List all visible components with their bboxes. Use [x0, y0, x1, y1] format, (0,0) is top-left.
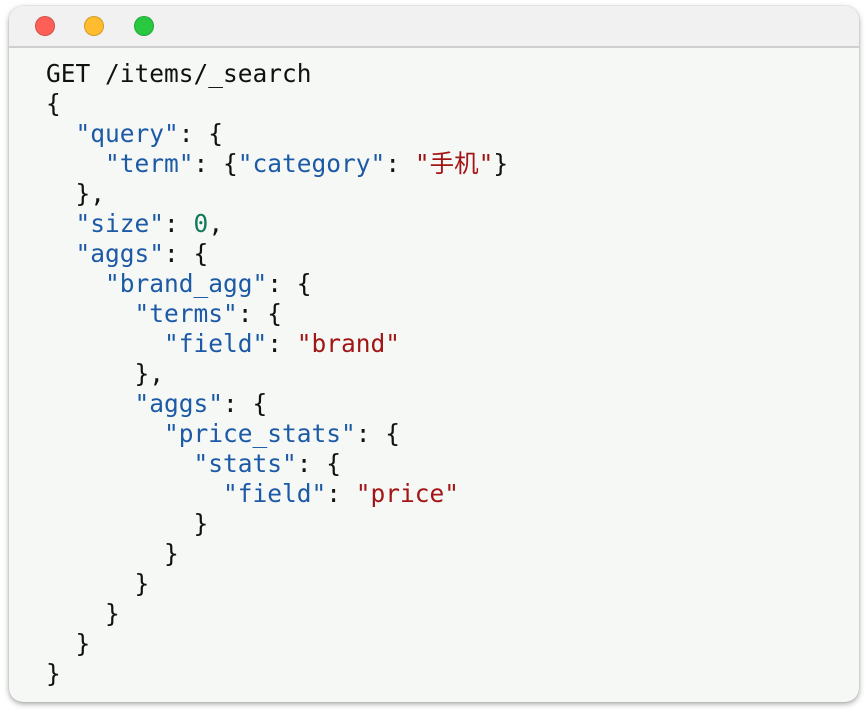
json-punctuation: }: [46, 599, 120, 628]
json-punctuation: : {: [355, 419, 401, 448]
json-string: "price": [355, 479, 460, 508]
json-key: "field": [223, 479, 327, 508]
json-punctuation: : {: [296, 449, 342, 478]
code-line: },: [46, 359, 508, 389]
json-key: "price_stats": [164, 419, 356, 448]
request-line: GET /items/_search: [46, 59, 312, 88]
json-punctuation: : {: [164, 239, 209, 268]
json-key: "aggs": [134, 389, 224, 418]
code-block: GET /items/_search{ "query": { "term": {…: [46, 59, 508, 689]
json-punctuation: }: [46, 539, 179, 568]
json-punctuation: : {: [223, 389, 268, 418]
code-body: { "query": { "term": {"category": "手机"} …: [46, 89, 508, 689]
json-punctuation: [46, 239, 76, 268]
json-key: "aggs": [75, 239, 165, 268]
json-number: 0: [193, 209, 209, 238]
json-punctuation: }: [46, 659, 61, 688]
json-key: "size": [75, 209, 165, 238]
code-line: }: [46, 599, 508, 629]
json-key: "category": [237, 149, 386, 178]
json-punctuation: :: [385, 149, 415, 178]
code-line: "field": "price": [46, 479, 508, 509]
json-punctuation: [46, 329, 164, 358]
json-punctuation: }: [46, 569, 150, 598]
code-line: }: [46, 569, 508, 599]
zoom-button[interactable]: [134, 16, 154, 36]
json-punctuation: ,: [208, 209, 224, 238]
json-punctuation: [46, 389, 135, 418]
json-punctuation: [46, 269, 105, 298]
json-punctuation: : {: [237, 299, 283, 328]
code-line: "size": 0,: [46, 209, 508, 239]
json-key: "brand_agg": [105, 269, 268, 298]
json-punctuation: [46, 149, 105, 178]
json-punctuation: [46, 209, 76, 238]
json-punctuation: [46, 419, 164, 448]
json-punctuation: [46, 449, 194, 478]
json-punctuation: [46, 299, 135, 328]
json-string: "手机": [414, 149, 494, 178]
code-line: }: [46, 509, 508, 539]
code-line: }: [46, 629, 508, 659]
json-punctuation: : {: [267, 269, 312, 298]
json-key: "terms": [134, 299, 238, 328]
json-key: "term": [105, 149, 194, 178]
code-line: "query": {: [46, 119, 508, 149]
json-key: "field": [164, 329, 268, 358]
json-punctuation: :: [267, 329, 297, 358]
code-line: },: [46, 179, 508, 209]
code-line: }: [46, 539, 508, 569]
code-line: }: [46, 659, 508, 689]
close-button[interactable]: [35, 16, 55, 36]
code-line: "stats": {: [46, 449, 508, 479]
code-line: "terms": {: [46, 299, 508, 329]
json-punctuation: : {: [193, 149, 238, 178]
json-punctuation: }: [46, 629, 91, 658]
code-window: GET /items/_search{ "query": { "term": {…: [9, 6, 859, 702]
json-punctuation: :: [164, 209, 194, 238]
json-string: "brand": [296, 329, 401, 358]
code-line: {: [46, 89, 508, 119]
window-titlebar: [9, 6, 859, 48]
json-key: "query": [75, 119, 179, 148]
json-punctuation: {: [46, 89, 61, 118]
json-punctuation: [46, 479, 223, 508]
json-punctuation: : {: [178, 119, 224, 148]
json-punctuation: [46, 119, 76, 148]
code-line: "term": {"category": "手机"}: [46, 149, 508, 179]
json-punctuation: }: [493, 149, 509, 178]
code-line: "field": "brand": [46, 329, 508, 359]
json-punctuation: },: [46, 179, 106, 208]
code-line: "brand_agg": {: [46, 269, 508, 299]
minimize-button[interactable]: [84, 16, 104, 36]
json-key: "stats": [193, 449, 297, 478]
json-punctuation: },: [46, 359, 165, 388]
code-line: "aggs": {: [46, 239, 508, 269]
code-line: "price_stats": {: [46, 419, 508, 449]
json-punctuation: :: [326, 479, 356, 508]
json-punctuation: }: [46, 509, 209, 538]
code-line: "aggs": {: [46, 389, 508, 419]
